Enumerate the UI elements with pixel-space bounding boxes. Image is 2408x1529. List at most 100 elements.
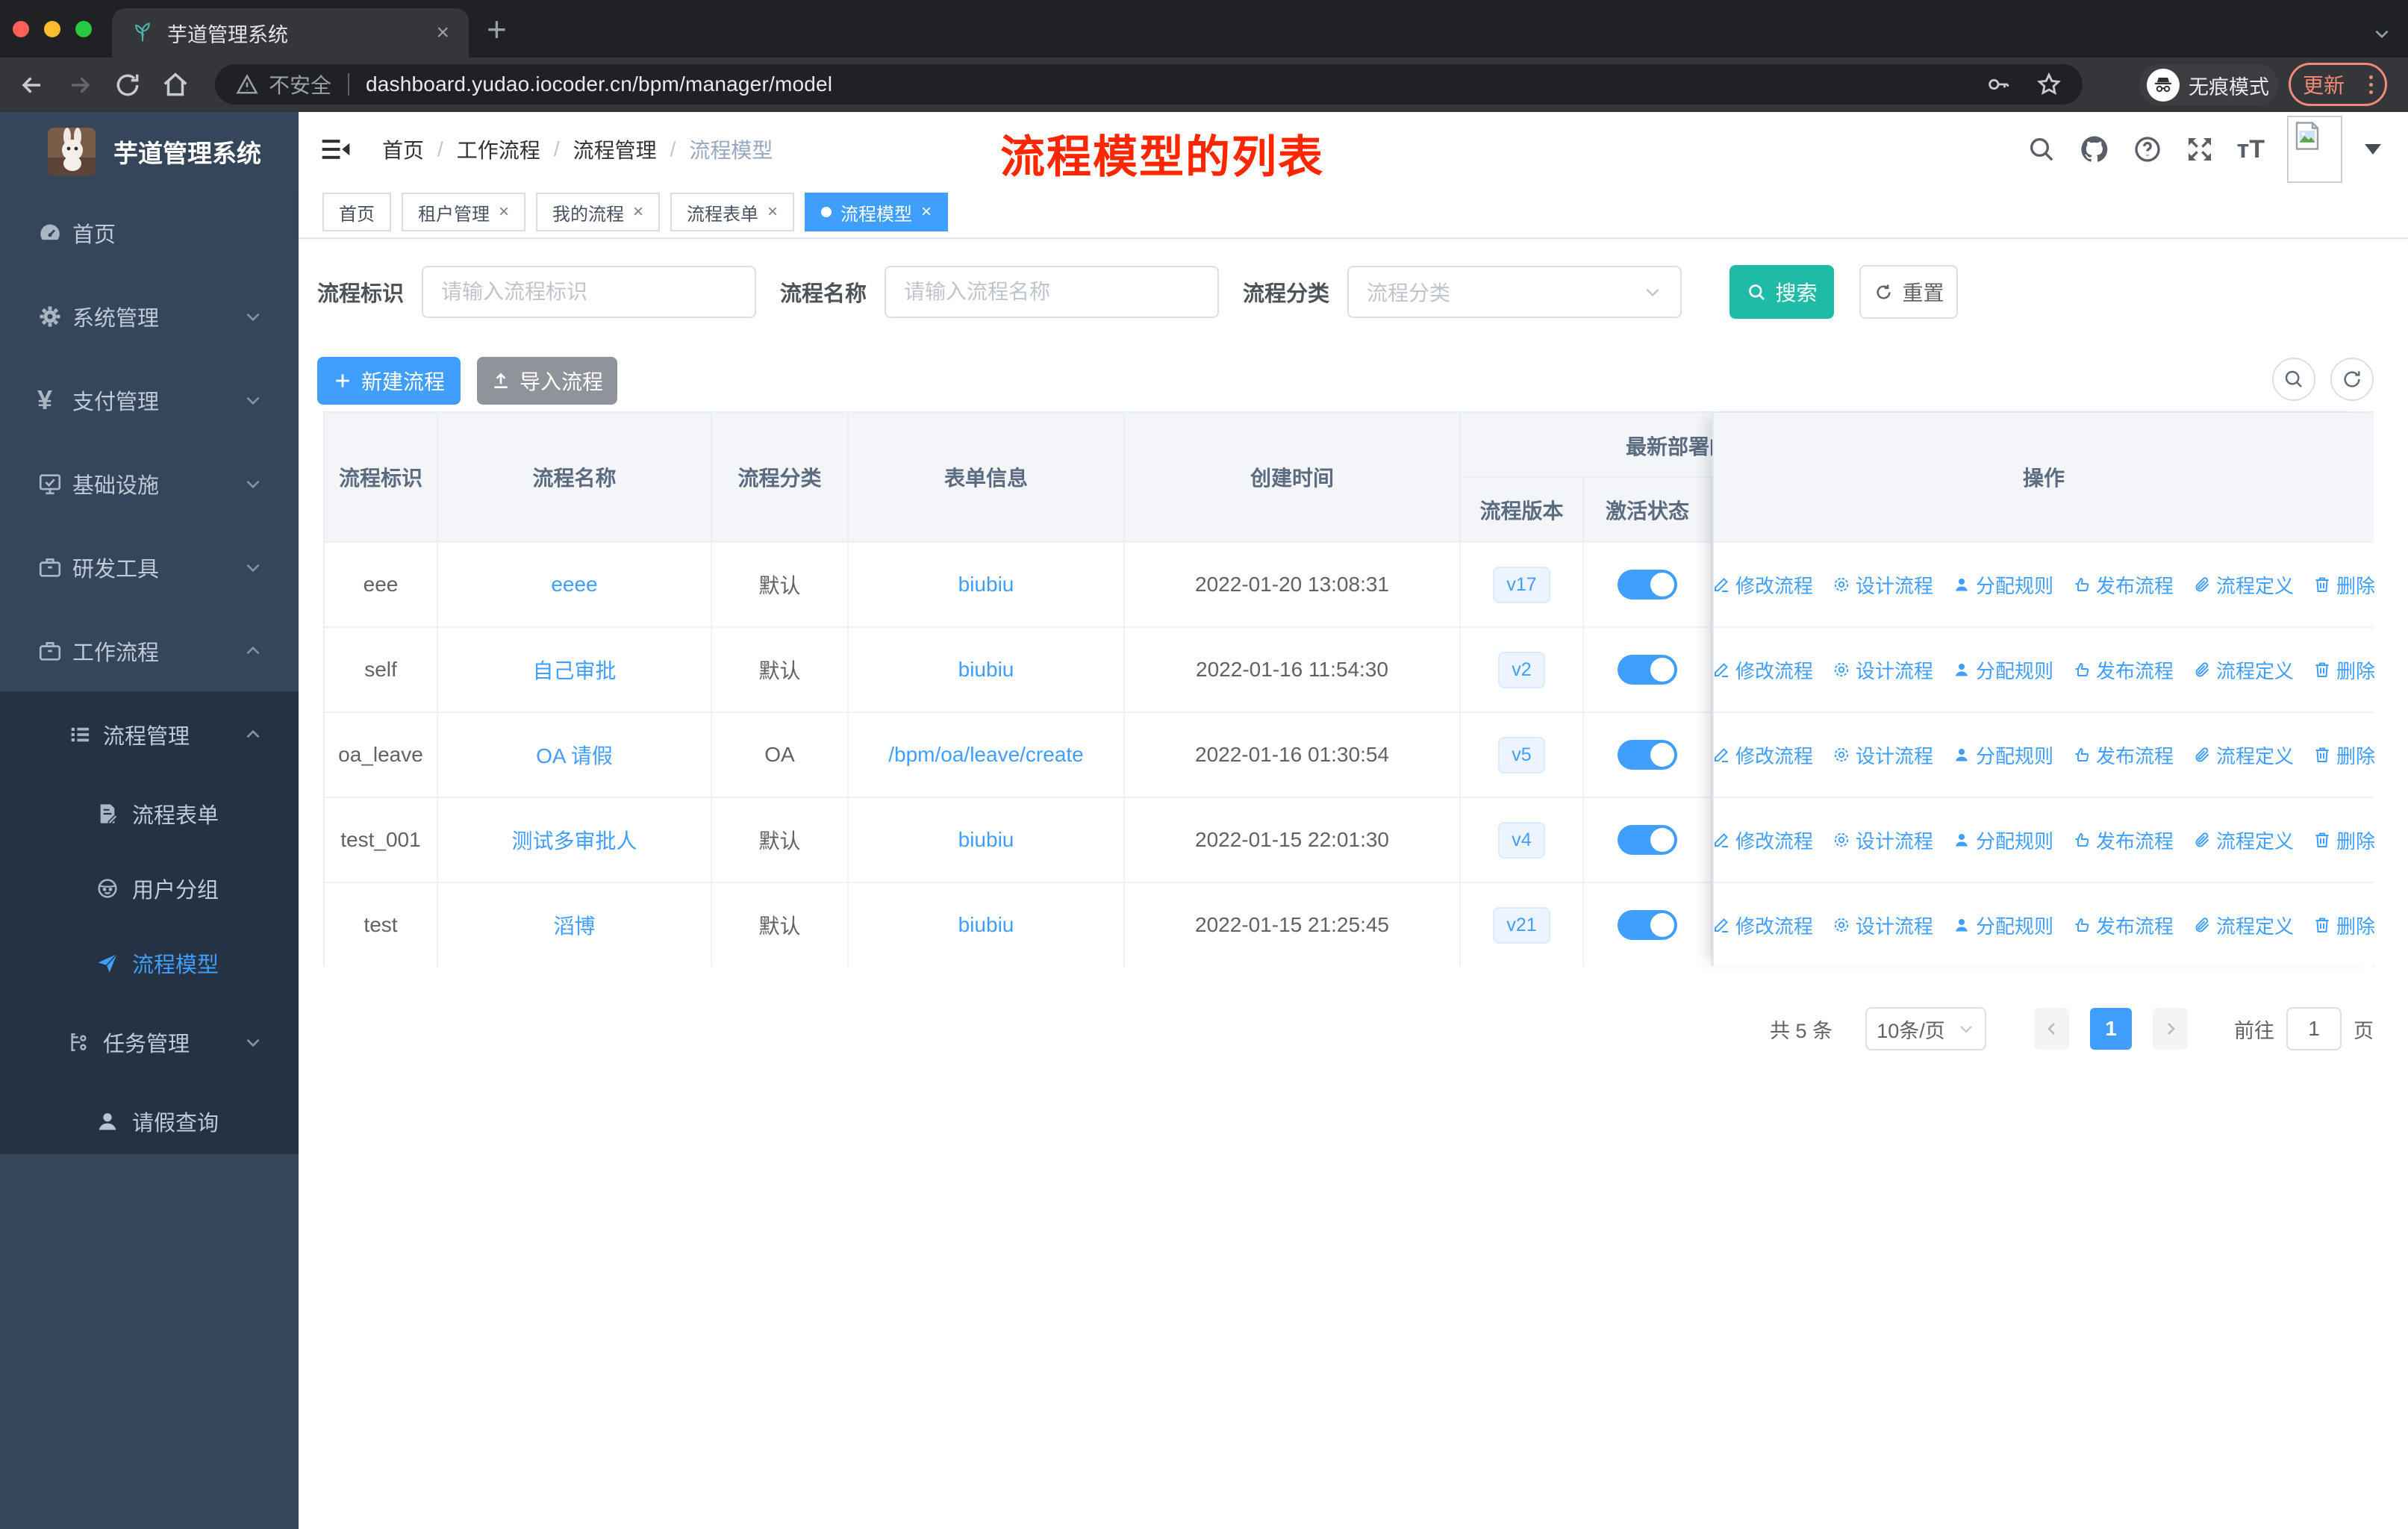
action-definition[interactable]: 流程定义 [2193, 826, 2294, 854]
tag-home[interactable]: 首页 [322, 193, 391, 231]
action-definition[interactable]: 流程定义 [2193, 656, 2294, 684]
prev-page-button[interactable] [2034, 1008, 2069, 1050]
sidebar-item-payment[interactable]: ¥ 支付管理 [0, 358, 299, 442]
active-toggle[interactable] [1618, 655, 1677, 685]
action-delete[interactable]: 删除 [2313, 656, 2375, 684]
reset-button[interactable]: 重置 [1859, 265, 1959, 319]
avatar-caret-icon[interactable] [2365, 144, 2381, 155]
search-button[interactable]: 搜索 [1729, 265, 1835, 319]
browser-tab[interactable]: 芋道管理系统 × [112, 8, 469, 57]
action-assign-rule[interactable]: 分配规则 [1953, 571, 2053, 599]
action-delete[interactable]: 删除 [2313, 571, 2375, 599]
tab-close-icon[interactable]: × [436, 22, 449, 44]
action-design[interactable]: 设计流程 [1832, 826, 1933, 854]
tag-process-form[interactable]: 流程表单 × [670, 193, 795, 231]
action-design[interactable]: 设计流程 [1832, 571, 1933, 599]
back-icon[interactable] [18, 71, 46, 99]
version-badge[interactable]: v5 [1498, 736, 1545, 773]
breadcrumb-home[interactable]: 首页 [382, 134, 424, 164]
bookmark-star-icon[interactable] [2036, 72, 2062, 97]
incognito-chip[interactable]: 无痕模式 [2139, 64, 2278, 106]
new-tab-button[interactable]: + [487, 9, 507, 49]
action-edit[interactable]: 修改流程 [1712, 571, 1813, 599]
action-design[interactable]: 设计流程 [1832, 912, 1933, 939]
active-toggle[interactable] [1618, 740, 1677, 770]
model-name-link[interactable]: eeee [438, 543, 712, 626]
page-number-button[interactable]: 1 [2090, 1008, 2132, 1050]
home-icon[interactable] [161, 71, 190, 99]
action-edit[interactable]: 修改流程 [1712, 826, 1813, 854]
action-delete[interactable]: 删除 [2313, 826, 2375, 854]
sidebar-item-process-model[interactable]: 流程模型 [0, 926, 299, 1000]
sidebar-item-process-form[interactable]: 流程表单 [0, 776, 299, 851]
close-icon[interactable]: × [633, 202, 643, 222]
help-icon[interactable] [2133, 134, 2162, 164]
next-page-button[interactable] [2153, 1008, 2188, 1050]
breadcrumb-workflow[interactable]: 工作流程 [457, 134, 540, 164]
update-label[interactable]: 更新 [2303, 69, 2345, 99]
sidebar-item-leave-query[interactable]: 请假查询 [0, 1084, 299, 1159]
action-assign-rule[interactable]: 分配规则 [1953, 912, 2053, 939]
hide-search-button[interactable] [2272, 358, 2315, 401]
action-publish[interactable]: 发布流程 [2073, 571, 2174, 599]
form-info-link[interactable]: biubiu [849, 543, 1125, 626]
github-icon[interactable] [2079, 134, 2110, 165]
sidebar-logo[interactable]: 芋道管理系统 [0, 112, 299, 191]
page-size-select[interactable]: 10条/页 [1865, 1007, 1986, 1050]
create-process-button[interactable]: 新建流程 [317, 357, 461, 405]
model-name-link[interactable]: 测试多审批人 [438, 798, 712, 882]
version-badge[interactable]: v2 [1498, 651, 1545, 688]
action-publish[interactable]: 发布流程 [2073, 741, 2174, 769]
version-badge[interactable]: v21 [1493, 906, 1550, 944]
action-publish[interactable]: 发布流程 [2073, 826, 2174, 854]
model-name-link[interactable]: 自己审批 [438, 628, 712, 711]
action-definition[interactable]: 流程定义 [2193, 571, 2294, 599]
form-info-link[interactable]: /bpm/oa/leave/create [849, 713, 1125, 797]
filter-id-input[interactable] [422, 266, 757, 318]
close-icon[interactable]: × [499, 202, 509, 222]
sidebar-item-infrastructure[interactable]: 基础设施 [0, 442, 299, 526]
search-icon[interactable] [2027, 134, 2056, 164]
action-design[interactable]: 设计流程 [1832, 741, 1933, 769]
security-label[interactable]: 不安全 [269, 69, 331, 99]
close-window-button[interactable] [13, 21, 29, 37]
goto-page-input[interactable] [2286, 1007, 2342, 1050]
active-toggle[interactable] [1618, 825, 1677, 855]
active-toggle[interactable] [1618, 570, 1677, 600]
action-edit[interactable]: 修改流程 [1712, 741, 1813, 769]
form-info-link[interactable]: biubiu [849, 628, 1125, 711]
breadcrumb-process-management[interactable]: 流程管理 [573, 134, 657, 164]
sidebar-item-workflow[interactable]: 工作流程 [0, 609, 299, 693]
version-badge[interactable]: v4 [1498, 821, 1545, 859]
sidebar-item-dev-tools[interactable]: 研发工具 [0, 526, 299, 609]
sidebar-item-system[interactable]: 系统管理 [0, 275, 299, 358]
minimize-window-button[interactable] [44, 21, 60, 37]
action-delete[interactable]: 删除 [2313, 741, 2375, 769]
close-icon[interactable]: × [921, 202, 932, 222]
browser-menu-icon[interactable] [2369, 75, 2373, 94]
sidebar-item-home[interactable]: 首页 [0, 191, 299, 275]
model-name-link[interactable]: OA 请假 [438, 713, 712, 797]
sidebar-item-process-management[interactable]: 流程管理 [0, 693, 299, 776]
font-size-icon[interactable]: тT [2237, 135, 2265, 164]
action-edit[interactable]: 修改流程 [1712, 656, 1813, 684]
action-delete[interactable]: 删除 [2313, 912, 2375, 939]
form-info-link[interactable]: biubiu [849, 798, 1125, 882]
password-key-icon[interactable] [1986, 72, 2011, 97]
model-name-link[interactable]: 滔博 [438, 883, 712, 967]
action-definition[interactable]: 流程定义 [2193, 741, 2294, 769]
import-process-button[interactable]: 导入流程 [477, 357, 617, 405]
refresh-table-button[interactable] [2330, 358, 2374, 401]
url-text[interactable]: dashboard.yudao.iocoder.cn/bpm/manager/m… [366, 72, 1986, 96]
filter-category-select[interactable]: 流程分类 [1347, 266, 1682, 318]
active-toggle[interactable] [1618, 910, 1677, 940]
action-edit[interactable]: 修改流程 [1712, 912, 1813, 939]
filter-name-input[interactable] [885, 266, 1220, 318]
forward-icon[interactable] [66, 71, 94, 99]
tab-search-chevron-icon[interactable] [2372, 24, 2392, 43]
url-bar[interactable]: 不安全 dashboard.yudao.iocoder.cn/bpm/manag… [215, 64, 2083, 105]
tag-my-process[interactable]: 我的流程 × [536, 193, 661, 231]
sidebar-fold-icon[interactable] [319, 133, 352, 166]
maximize-window-button[interactable] [75, 21, 92, 37]
form-info-link[interactable]: biubiu [849, 883, 1125, 967]
